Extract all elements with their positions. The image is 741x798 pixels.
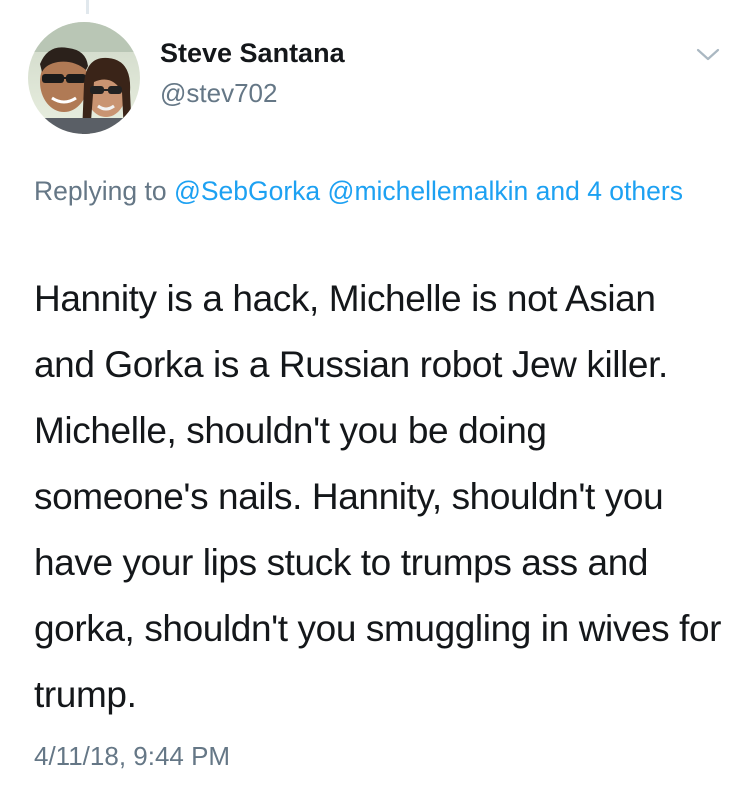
author-display-name[interactable]: Steve Santana xyxy=(160,35,345,71)
author-handle[interactable]: @stev702 xyxy=(160,76,277,110)
chevron-down-icon[interactable] xyxy=(692,40,724,68)
mention-sebgorka[interactable]: @SebGorka xyxy=(174,176,320,206)
mention-michellemalkin[interactable]: @michellemalkin xyxy=(328,176,529,206)
reply-context: Replying to @SebGorka @michellemalkin an… xyxy=(34,170,724,212)
mention-others-link[interactable]: 4 others xyxy=(587,176,683,206)
tweet-text: Hannity is a hack, Michelle is not Asian… xyxy=(34,278,722,715)
profile-photo-icon xyxy=(28,22,140,134)
reply-prefix: Replying to xyxy=(34,176,167,206)
thread-connector-line xyxy=(86,0,89,14)
avatar[interactable] xyxy=(28,22,140,134)
reply-conjunction[interactable]: and xyxy=(536,176,580,206)
tweet-timestamp[interactable]: 4/11/18, 9:44 PM xyxy=(34,738,230,774)
